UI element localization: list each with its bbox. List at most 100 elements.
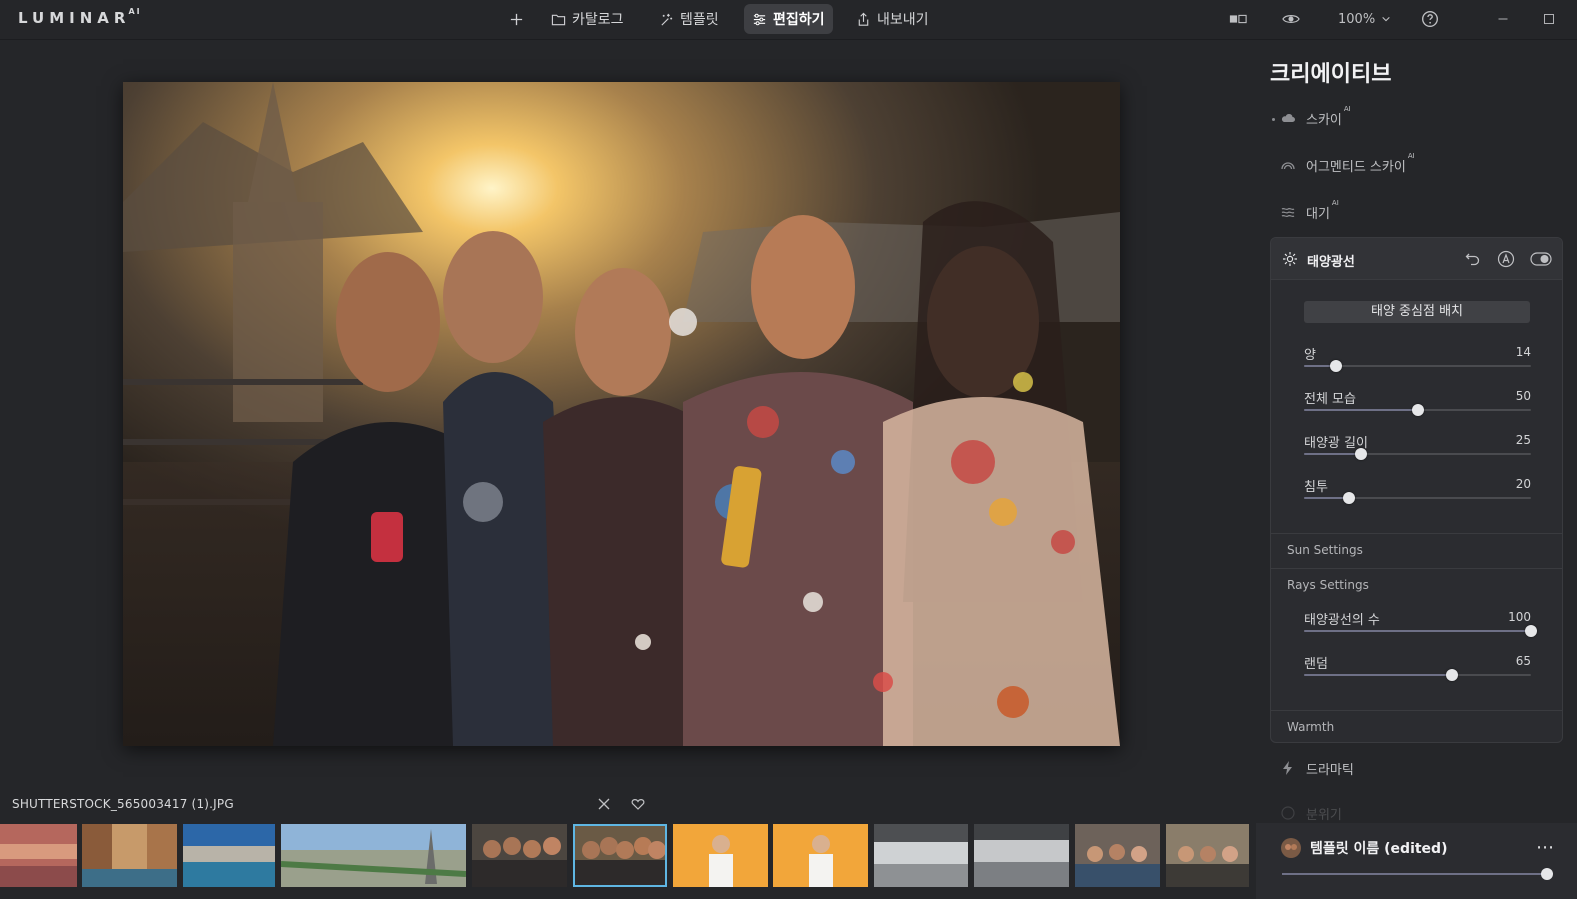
app-logo: LUMINARAI	[18, 7, 142, 27]
tab-templates[interactable]: 템플릿	[651, 4, 727, 34]
slider-ray-length[interactable]: 태양광 길이 25	[1304, 432, 1531, 462]
tool-atmosphere[interactable]: 대기AI	[1280, 198, 1339, 223]
template-amount-slider[interactable]	[1282, 868, 1553, 880]
slider-knob[interactable]	[1445, 669, 1458, 681]
tab-catalog[interactable]: 카탈로그	[543, 4, 632, 34]
photo-image	[123, 82, 1120, 746]
filmstrip	[0, 824, 1252, 889]
thumbnail[interactable]	[281, 824, 466, 887]
slider-knob[interactable]	[1411, 404, 1424, 416]
tab-export[interactable]: 내보내기	[848, 4, 937, 34]
minimize-icon	[1498, 18, 1508, 20]
tab-export-label: 내보내기	[877, 12, 929, 28]
divider	[1271, 710, 1562, 711]
thumbnail-image	[0, 824, 77, 887]
photo-canvas[interactable]	[123, 82, 1120, 746]
maximize-button[interactable]	[1543, 8, 1555, 30]
undo-icon[interactable]	[1464, 250, 1482, 268]
thumbnail[interactable]	[82, 824, 177, 887]
sunrays-header[interactable]: 태양광선	[1271, 238, 1562, 280]
thumbnail[interactable]	[874, 824, 968, 887]
slider-knob[interactable]	[1343, 492, 1356, 504]
thumbnail[interactable]	[472, 824, 567, 887]
slider-random[interactable]: 랜덤 65	[1304, 653, 1531, 683]
slider-track[interactable]	[1304, 360, 1531, 372]
slider-amount-value: 14	[1515, 345, 1531, 359]
tool-augmented-sky[interactable]: 어그멘티드 스카이AI	[1280, 152, 1415, 176]
tool-atmosphere-label: 대기AI	[1306, 198, 1339, 222]
slider-fill	[1304, 453, 1361, 455]
haze-icon	[1281, 207, 1295, 218]
slider-knob[interactable]	[1541, 868, 1553, 880]
slider-track[interactable]	[1304, 625, 1537, 637]
tool-dramatic-label: 드라마틱	[1306, 762, 1354, 778]
tab-edit-label: 편집하기	[773, 12, 825, 28]
thumbnail[interactable]	[974, 824, 1069, 887]
thumbnail-image	[673, 824, 768, 887]
thumbnail[interactable]	[183, 824, 275, 887]
lightning-icon	[1283, 761, 1292, 775]
tool-dramatic[interactable]: 드라마틱	[1280, 757, 1354, 779]
slider-overall-look[interactable]: 전체 모습 50	[1304, 388, 1531, 418]
active-dot	[1272, 118, 1275, 121]
zoom-value: 100%	[1338, 11, 1376, 27]
slider-track[interactable]	[1304, 492, 1531, 504]
slider-knob[interactable]	[1525, 625, 1537, 637]
warmth-section[interactable]: Warmth	[1271, 720, 1562, 734]
slider-overall-look-label: 전체 모습	[1304, 392, 1356, 407]
tool-sky[interactable]: 스카이AI	[1280, 104, 1351, 129]
slider-random-label: 랜덤	[1304, 657, 1328, 672]
slider-fill	[1304, 674, 1452, 676]
slider-fill	[1304, 409, 1418, 411]
slider-fill	[1304, 630, 1531, 632]
slider-knob[interactable]	[1329, 360, 1342, 372]
tool-mood[interactable]: 분위기	[1280, 802, 1342, 824]
help-icon	[1422, 11, 1438, 27]
tab-templates-label: 템플릿	[680, 12, 719, 28]
close-icon[interactable]	[597, 797, 611, 811]
template-bar: 템플릿 이름 (edited) ⋯	[1256, 823, 1577, 899]
help-button[interactable]	[1421, 8, 1439, 30]
minimize-button[interactable]	[1497, 8, 1509, 30]
slider-penetration-label: 침투	[1304, 480, 1328, 495]
rainbow-icon	[1281, 162, 1295, 170]
thumbnail-image	[974, 824, 1069, 887]
more-options-button[interactable]: ⋯	[1536, 837, 1555, 858]
add-photos-button[interactable]	[503, 4, 530, 34]
compare-button[interactable]	[1229, 8, 1247, 30]
slider-track[interactable]	[1304, 404, 1531, 416]
thumbnail[interactable]	[773, 824, 868, 887]
slider-amount[interactable]: 양 14	[1304, 344, 1531, 374]
thumbnail-selected[interactable]	[573, 824, 667, 887]
thumbnail-image	[82, 824, 177, 887]
plus-icon	[510, 13, 523, 25]
mask-brush-icon[interactable]	[1497, 250, 1515, 268]
sun-icon	[1283, 252, 1297, 266]
top-bar: LUMINARAI 카탈로그 템플릿 편집하기 내보내기 100%	[0, 0, 1577, 40]
slider-penetration[interactable]: 침투 20	[1304, 476, 1531, 506]
thumbnail[interactable]	[673, 824, 768, 887]
zoom-dropdown[interactable]: 100%	[1338, 8, 1391, 30]
eye-icon	[1282, 15, 1300, 23]
slider-knob[interactable]	[1354, 448, 1367, 460]
preview-button[interactable]	[1282, 8, 1300, 30]
thumbnail[interactable]	[1166, 824, 1249, 887]
slider-track[interactable]	[1304, 669, 1531, 681]
visibility-toggle-icon[interactable]	[1530, 250, 1552, 268]
panel-title: 크리에이티브	[1270, 62, 1392, 87]
tab-edit[interactable]: 편집하기	[744, 4, 833, 34]
tool-sky-label: 스카이AI	[1306, 104, 1351, 128]
heart-icon[interactable]	[631, 797, 645, 811]
rays-settings-section[interactable]: Rays Settings	[1271, 578, 1562, 592]
slider-ray-count[interactable]: 태양광선의 수 100	[1304, 609, 1537, 639]
slider-track[interactable]	[1304, 448, 1531, 460]
thumbnail-image	[874, 824, 968, 887]
thumbnail[interactable]	[0, 824, 77, 887]
slider-random-value: 65	[1515, 654, 1531, 668]
place-sun-center-button[interactable]: 태양 중심점 배치	[1304, 301, 1530, 323]
sunrays-title: 태양광선	[1307, 255, 1355, 270]
thumbnail[interactable]	[1075, 824, 1160, 887]
slider-overall-look-value: 50	[1515, 389, 1531, 403]
edit-panel: 크리에이티브 스카이AI 어그멘티드 스카이AI 대기AI 태양광선 태양 중심…	[1256, 40, 1577, 899]
sun-settings-section[interactable]: Sun Settings	[1271, 543, 1562, 557]
